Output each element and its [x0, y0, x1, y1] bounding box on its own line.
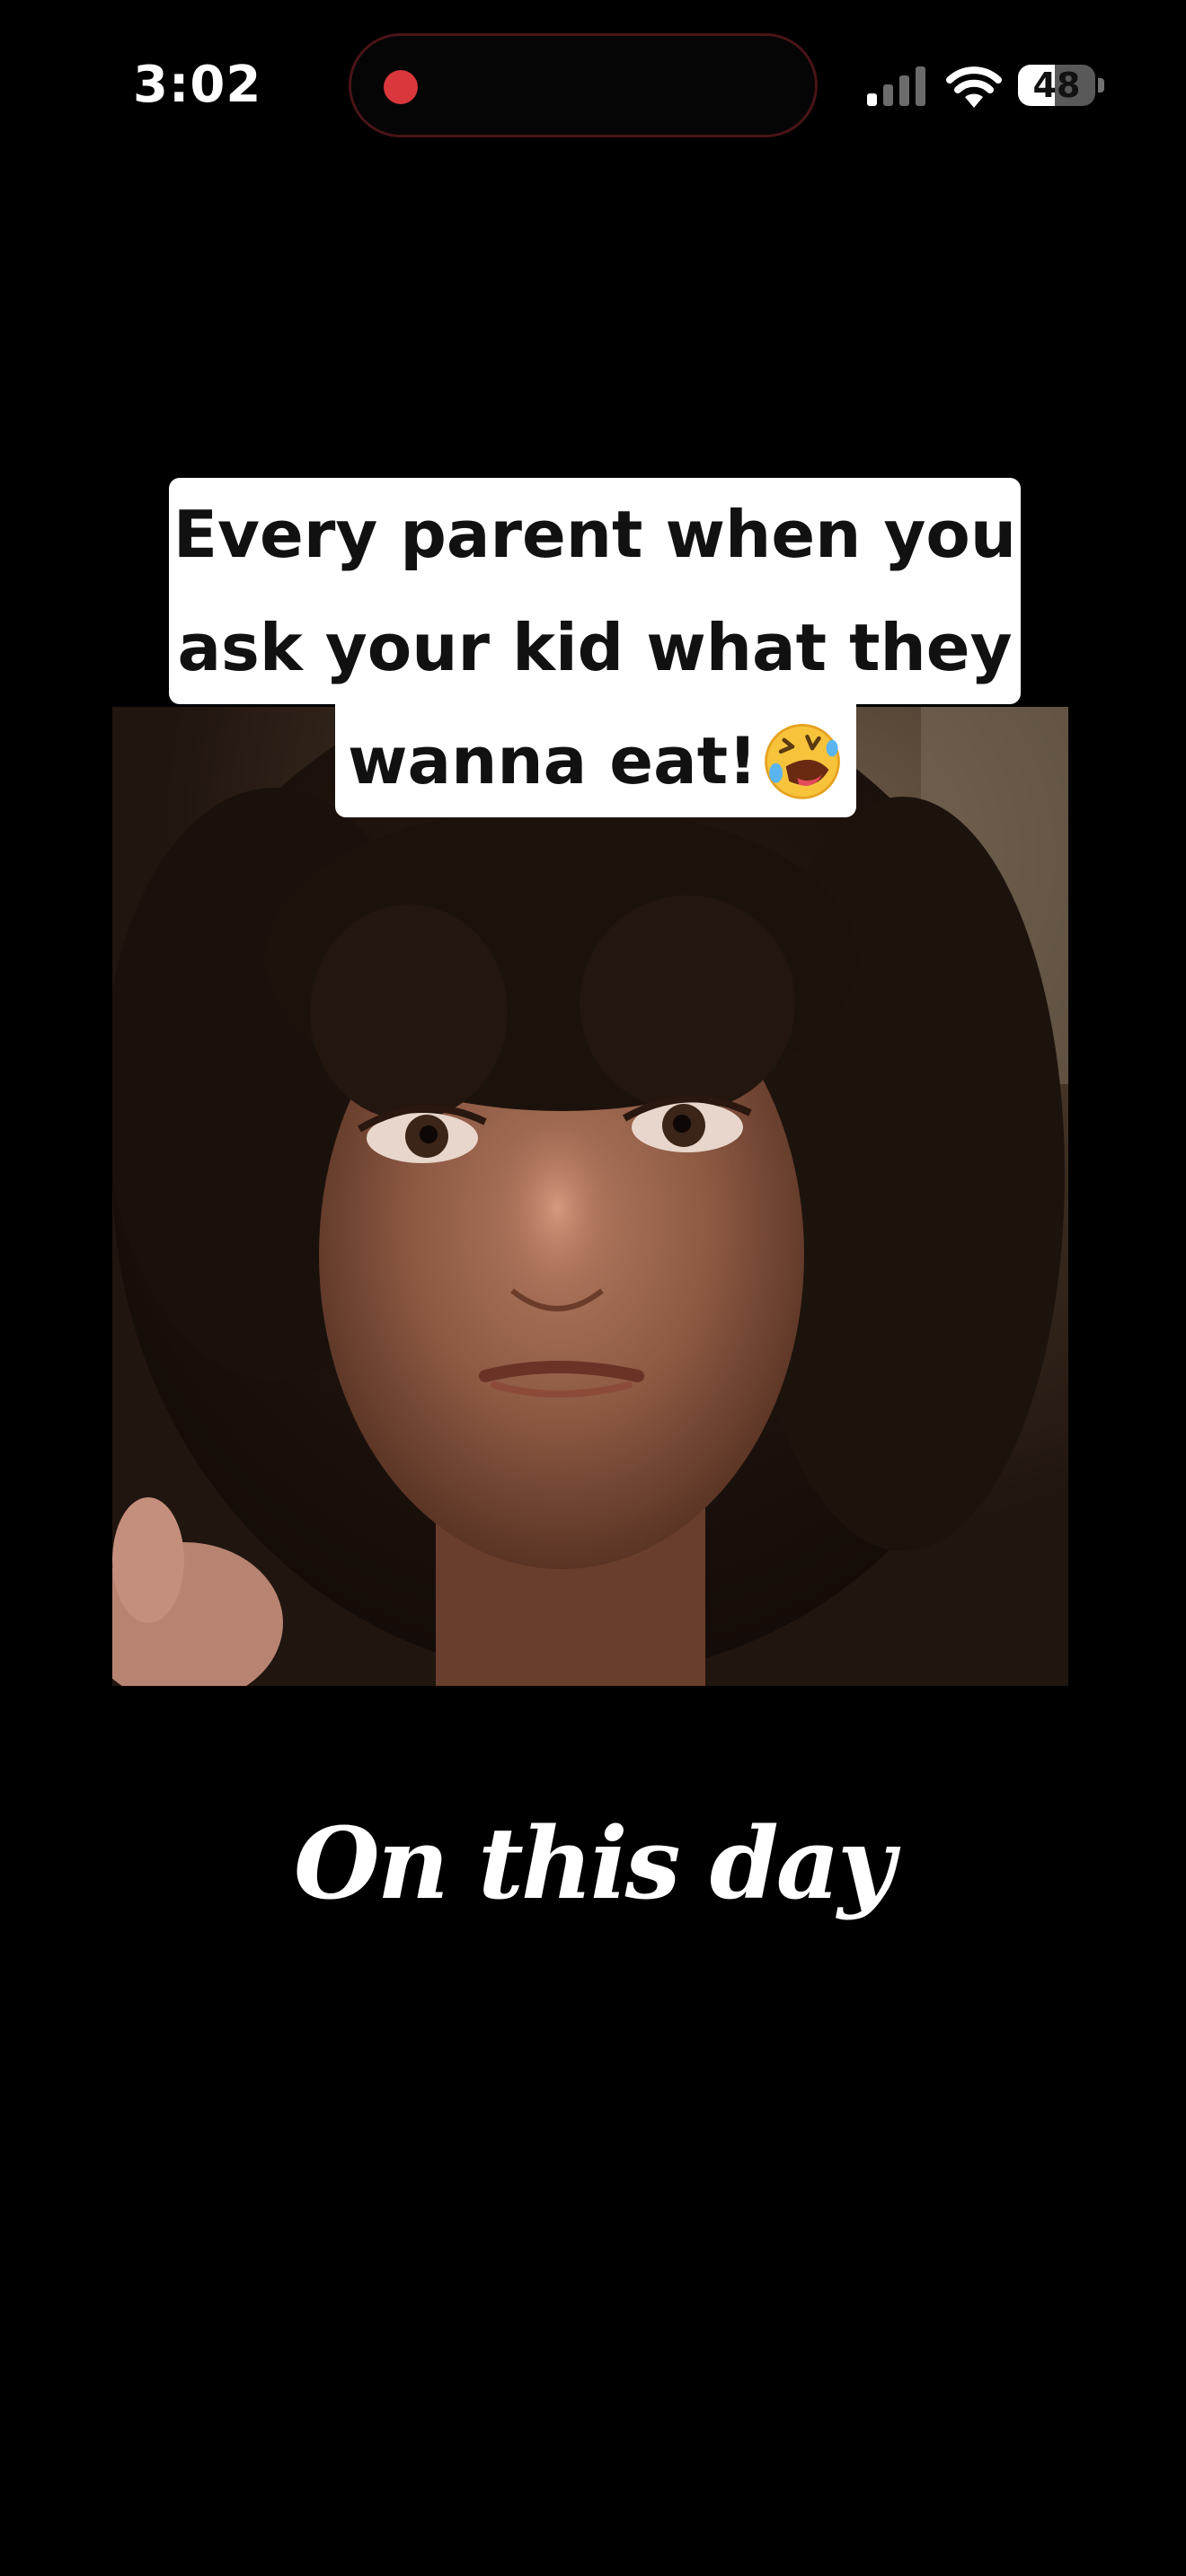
caption-line-3-text: wanna eat!	[348, 723, 757, 798]
caption-line-2: ask your kid what they	[169, 591, 1021, 704]
status-time: 3:02	[133, 56, 262, 114]
dynamic-island[interactable]	[349, 33, 818, 137]
caption-line-3: wanna eat!	[335, 704, 856, 817]
bottom-area	[0, 1976, 1186, 2576]
video-still-image	[112, 707, 1068, 1686]
video-title: On this day	[294, 1805, 895, 1921]
battery-body: 48	[1018, 65, 1095, 106]
battery-icon: 48	[1018, 65, 1104, 106]
rolling-on-floor-laughing-emoji	[765, 724, 840, 800]
screen-recording-indicator	[384, 70, 418, 104]
video-frame[interactable]	[112, 707, 1068, 1686]
battery-nub	[1098, 78, 1104, 93]
status-bar: 3:02 48	[0, 0, 1186, 171]
caption-line-1: Every parent when you	[169, 478, 1021, 591]
wifi-icon	[946, 66, 1002, 108]
cellular-signal-icon	[867, 66, 925, 106]
battery-percentage: 48	[1032, 66, 1081, 105]
